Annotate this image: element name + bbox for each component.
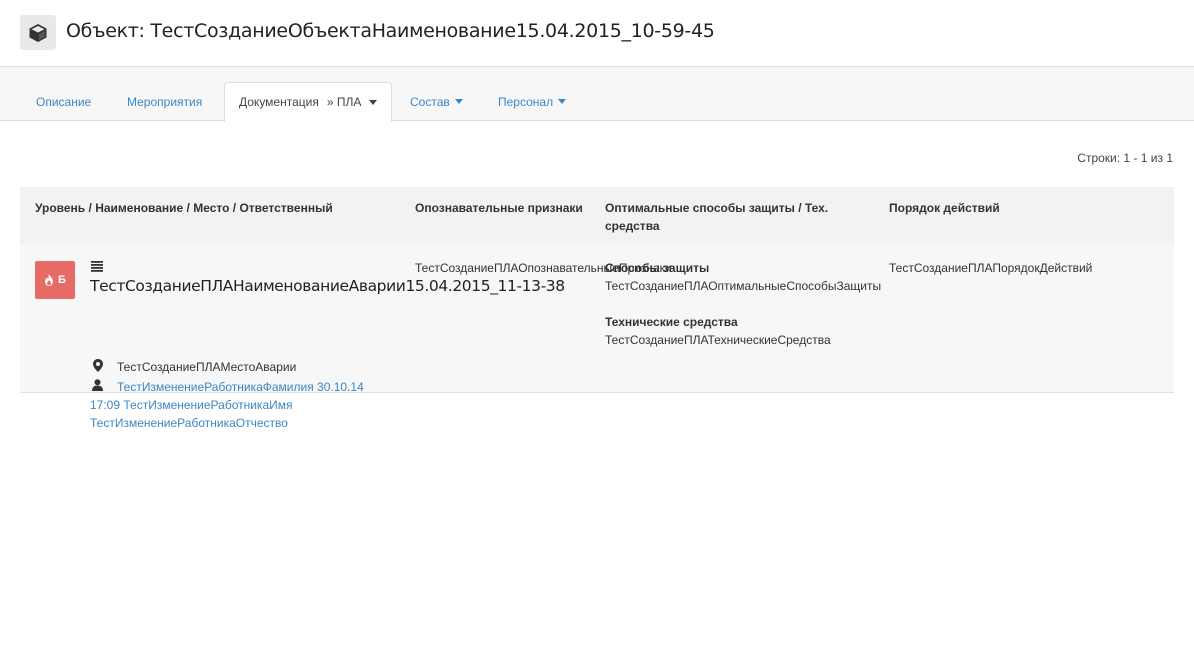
tab-description[interactable]: Описание <box>22 82 105 121</box>
caret-down-icon <box>369 99 378 105</box>
tab-label: Мероприятия <box>127 94 203 109</box>
caret-down-icon <box>454 99 463 104</box>
tab-sublabel: » ПЛА <box>326 95 362 109</box>
tab-personnel[interactable]: Персонал <box>484 82 580 121</box>
responsible-link[interactable]: ТестИзменениеРаботникаФамилия 30.10.14 1… <box>90 378 390 432</box>
map-marker-icon <box>93 359 103 375</box>
list-icon[interactable] <box>91 261 103 275</box>
tab-label: Описание <box>36 94 92 109</box>
tab-composition[interactable]: Состав <box>396 82 477 121</box>
accident-name: ТестСозданиеПЛАНаименованиеАварии15.04.2… <box>90 277 565 295</box>
level-badge: Б <box>35 261 75 299</box>
tab-label: Документация <box>239 95 319 109</box>
tech-means-heading: Технические средства <box>605 315 738 329</box>
tab-documentation[interactable]: Документация » ПЛА <box>224 82 392 122</box>
page-header: Объект: ТестСозданиеОбъектаНаименование1… <box>0 0 1194 67</box>
pla-table: Уровень / Наименование / Место / Ответст… <box>20 187 1174 430</box>
cube-icon <box>20 15 56 50</box>
rows-counter: Строки: 1 - 1 из 1 <box>1077 151 1173 165</box>
level-letter: Б <box>58 274 66 286</box>
fire-icon <box>45 274 54 286</box>
protection-heading: Способы защиты <box>605 261 710 275</box>
tab-label: Состав <box>410 94 450 109</box>
column-header[interactable]: Оптимальные способы защиты / Тех. средст… <box>605 199 855 235</box>
tech-means: ТестСозданиеПЛАТехническиеСредства <box>605 333 831 347</box>
action-procedure: ТестСозданиеПЛАПорядокДействий <box>889 261 1093 275</box>
tab-activities[interactable]: Мероприятия <box>113 82 216 121</box>
table-row[interactable]: Б ТестСозданиеПЛАНаименованиеАварии15.04… <box>20 243 1174 430</box>
tab-label: Персонал <box>498 94 554 109</box>
column-header[interactable]: Порядок действий <box>889 199 1000 217</box>
column-header[interactable]: Уровень / Наименование / Место / Ответст… <box>35 199 333 217</box>
page-title: Объект: ТестСозданиеОбъектаНаименование1… <box>66 20 715 42</box>
protection-methods: ТестСозданиеПЛАОптимальныеСпособыЗащиты <box>605 279 882 293</box>
accident-place: ТестСозданиеПЛАМестоАварии <box>117 360 297 374</box>
table-header: Уровень / Наименование / Место / Ответст… <box>20 187 1174 243</box>
tab-bar: Описание Мероприятия Документация » ПЛА … <box>0 67 1194 122</box>
column-header[interactable]: Опознавательные признаки <box>415 199 583 217</box>
caret-down-icon <box>558 99 567 104</box>
